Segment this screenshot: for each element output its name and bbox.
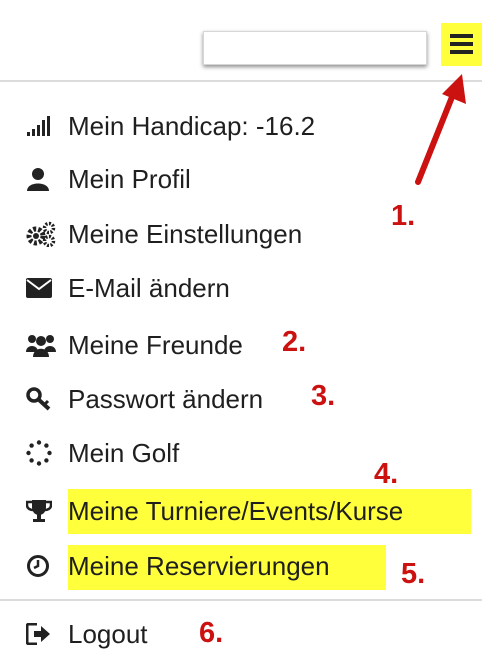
hamburger-bar <box>450 42 473 46</box>
search-input[interactable] <box>204 32 426 64</box>
menu-item-label: E-Mail ändern <box>68 272 230 303</box>
user-icon <box>26 165 68 193</box>
menu-item-freunde[interactable]: Meine Freunde <box>26 325 243 365</box>
annotation-number: 5. <box>401 558 426 590</box>
search-box[interactable] <box>203 31 427 65</box>
menu-item-label: Mein Profil <box>68 163 191 194</box>
dotted-circle-icon <box>26 439 68 467</box>
menu-item-passwort[interactable]: Passwort ändern <box>26 379 263 419</box>
menu-item-reservierungen[interactable]: Meine Reservierungen <box>26 546 330 586</box>
menu-item-handicap[interactable]: Mein Handicap: -16.2 <box>26 106 315 146</box>
hamburger-menu-button[interactable] <box>441 23 482 66</box>
menu-item-label: Meine Freunde <box>68 329 243 360</box>
annotation-number: 6. <box>199 617 224 649</box>
menu-item-einstellungen[interactable]: Meine Einstellungen <box>26 214 302 254</box>
envelope-icon <box>26 274 68 302</box>
hamburger-bar <box>450 50 473 54</box>
menu-item-label: Mein Handicap: -16.2 <box>68 110 316 141</box>
trophy-icon <box>26 497 68 525</box>
menu-item-label: Passwort ändern <box>68 383 264 414</box>
menu-item-label: Mein Golf <box>68 437 180 468</box>
top-bar <box>0 0 482 80</box>
hamburger-bar <box>450 34 473 38</box>
menu-item-logout[interactable]: Logout <box>26 614 148 654</box>
key-icon <box>26 385 68 413</box>
logout-divider <box>0 599 482 601</box>
users-icon <box>26 331 68 359</box>
annotation-number: 1. <box>391 200 416 232</box>
annotation-number: 3. <box>311 380 336 412</box>
menu-item-label: Logout <box>68 618 148 649</box>
signal-bars-icon <box>26 112 68 140</box>
annotation-number: 2. <box>282 326 307 358</box>
cogs-icon <box>26 220 68 248</box>
menu-item-golf[interactable]: Mein Golf <box>26 433 179 473</box>
menu-item-label: Meine Turniere/Events/Kurse <box>68 495 404 526</box>
menu-item-label: Meine Reservierungen <box>68 550 330 581</box>
annotation-arrow <box>415 74 466 185</box>
clock-icon <box>26 552 68 580</box>
sign-out-icon <box>26 620 68 648</box>
menu-item-turniere[interactable]: Meine Turniere/Events/Kurse <box>26 491 403 531</box>
menu-item-email[interactable]: E-Mail ändern <box>26 268 230 308</box>
menu-item-label: Meine Einstellungen <box>68 218 303 249</box>
annotation-number: 4. <box>374 458 399 490</box>
menu-item-profil[interactable]: Mein Profil <box>26 159 191 199</box>
